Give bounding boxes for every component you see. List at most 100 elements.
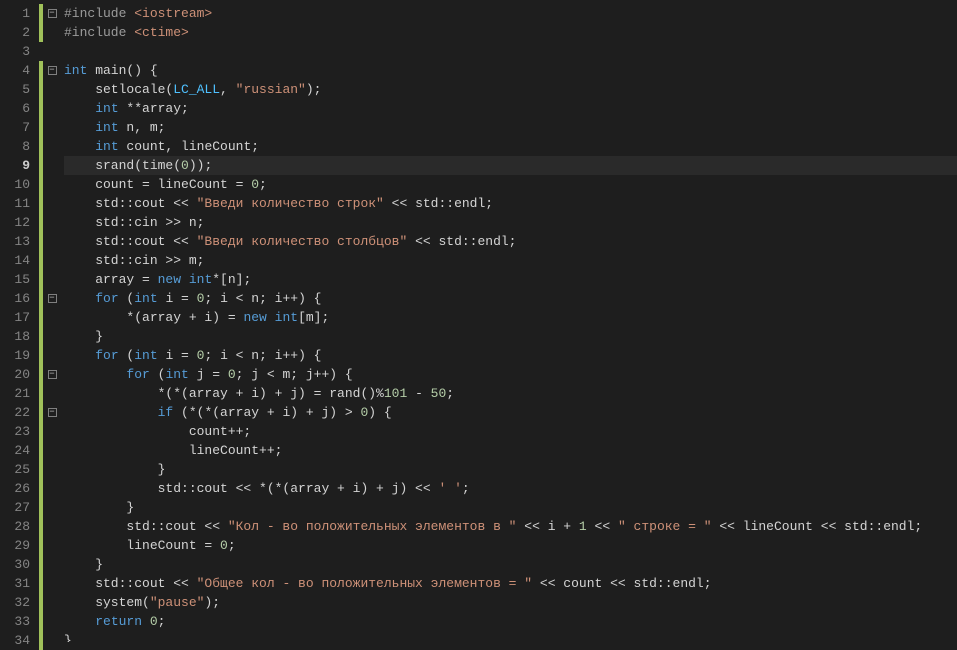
modified-line-marker: [39, 156, 43, 175]
code-line[interactable]: return 0;: [64, 612, 957, 631]
fold-slot: [44, 555, 60, 574]
modified-line-marker: [39, 137, 43, 156]
code-token: count++;: [64, 424, 251, 439]
code-token: ) {: [368, 405, 391, 420]
code-line[interactable]: for (int i = 0; i < n; i++) {: [64, 289, 957, 308]
fold-slot: [44, 156, 60, 175]
code-editor[interactable]: 1234567891011121314151617181920212223242…: [0, 0, 957, 642]
code-token: int: [95, 120, 118, 135]
code-token: j =: [189, 367, 228, 382]
code-line[interactable]: for (int i = 0; i < n; i++) {: [64, 346, 957, 365]
code-token: ; i < n; i++) {: [204, 348, 321, 363]
code-token: [267, 310, 275, 325]
code-token: <iostream>: [134, 6, 212, 21]
fold-slot: [44, 574, 60, 593]
modified-line-marker: [39, 441, 43, 460]
code-line[interactable]: setlocale(LC_ALL, "russian");: [64, 80, 957, 99]
modified-line-marker: [39, 251, 43, 270]
code-line[interactable]: std::cin >> m;: [64, 251, 957, 270]
fold-toggle-icon[interactable]: −: [48, 9, 57, 18]
line-number: 9: [0, 156, 30, 175]
code-line[interactable]: std::cout << "Кол - во положительных эле…: [64, 517, 957, 536]
modified-line-marker: [39, 99, 43, 118]
fold-slot: −: [44, 403, 60, 422]
code-token: [64, 367, 126, 382]
code-line[interactable]: }: [64, 498, 957, 517]
code-line[interactable]: int count, lineCount;: [64, 137, 957, 156]
code-line[interactable]: int main() {: [64, 61, 957, 80]
code-line[interactable]: std::cin >> n;: [64, 213, 957, 232]
fold-slot: [44, 251, 60, 270]
code-line[interactable]: if (*(*(array + i) + j) > 0) {: [64, 403, 957, 422]
code-token: new: [243, 310, 266, 325]
code-token: "Общее кол - во положительных элементов …: [197, 576, 532, 591]
code-area[interactable]: #include <iostream>#include <ctime> int m…: [60, 0, 957, 642]
line-number: 23: [0, 422, 30, 441]
modified-line-marker: [39, 118, 43, 137]
code-line[interactable]: std::cout << "Введи количество столбцов"…: [64, 232, 957, 251]
code-line[interactable]: for (int j = 0; j < m; j++) {: [64, 365, 957, 384]
code-token: ));: [189, 158, 212, 173]
code-line[interactable]: lineCount = 0;: [64, 536, 957, 555]
code-token: 0: [181, 158, 189, 173]
fold-toggle-icon[interactable]: −: [48, 294, 57, 303]
code-token: int: [95, 101, 118, 116]
code-line[interactable]: [64, 42, 957, 61]
modified-line-marker: [39, 422, 43, 441]
code-line[interactable]: #include <iostream>: [64, 4, 957, 23]
code-token: [64, 348, 95, 363]
code-line[interactable]: }: [64, 631, 957, 642]
code-line[interactable]: }: [64, 460, 957, 479]
code-line[interactable]: srand(time(0));: [64, 156, 957, 175]
code-token: if: [158, 405, 174, 420]
code-line[interactable]: int n, m;: [64, 118, 957, 137]
code-token: std::cin >> m;: [64, 253, 204, 268]
code-line[interactable]: int **array;: [64, 99, 957, 118]
fold-slot: [44, 441, 60, 460]
code-line[interactable]: }: [64, 327, 957, 346]
code-token: count = lineCount =: [64, 177, 251, 192]
fold-toggle-icon[interactable]: −: [48, 408, 57, 417]
code-line[interactable]: }: [64, 555, 957, 574]
code-line[interactable]: std::cout << "Общее кол - во положительн…: [64, 574, 957, 593]
code-line[interactable]: *(array + i) = new int[m];: [64, 308, 957, 327]
fold-slot: [44, 422, 60, 441]
fold-toggle-icon[interactable]: −: [48, 370, 57, 379]
code-token: ' ': [438, 481, 461, 496]
code-token: *[n];: [212, 272, 251, 287]
code-token: std::cin >> n;: [64, 215, 204, 230]
code-token: 101: [384, 386, 407, 401]
fold-column[interactable]: − − − − −: [44, 0, 60, 642]
fold-toggle-icon[interactable]: −: [48, 66, 57, 75]
modified-line-marker: [39, 555, 43, 574]
code-token: 0: [150, 614, 158, 629]
code-token: i =: [158, 291, 197, 306]
code-token: );: [204, 595, 220, 610]
modified-line-marker: [39, 194, 43, 213]
code-token: "russian": [236, 82, 306, 97]
code-token: (: [150, 367, 166, 382]
code-line[interactable]: count++;: [64, 422, 957, 441]
code-token: [m];: [298, 310, 329, 325]
line-number: 33: [0, 612, 30, 631]
modified-line-marker: [39, 498, 43, 517]
code-line[interactable]: *(*(array + i) + j) = rand()%101 - 50;: [64, 384, 957, 403]
code-line[interactable]: array = new int*[n];: [64, 270, 957, 289]
line-number: 6: [0, 99, 30, 118]
code-line[interactable]: lineCount++;: [64, 441, 957, 460]
fold-slot: −: [44, 289, 60, 308]
line-number: 8: [0, 137, 30, 156]
line-number: 18: [0, 327, 30, 346]
line-number: 7: [0, 118, 30, 137]
modified-line-marker: [39, 536, 43, 555]
code-token: for: [126, 367, 149, 382]
code-line[interactable]: #include <ctime>: [64, 23, 957, 42]
code-line[interactable]: system("pause");: [64, 593, 957, 612]
line-number: 26: [0, 479, 30, 498]
code-line[interactable]: count = lineCount = 0;: [64, 175, 957, 194]
modified-line-marker: [39, 80, 43, 99]
code-token: count, lineCount;: [119, 139, 259, 154]
code-token: int: [165, 367, 188, 382]
code-line[interactable]: std::cout << "Введи количество строк" <<…: [64, 194, 957, 213]
code-line[interactable]: std::cout << *(*(array + i) + j) << ' ';: [64, 479, 957, 498]
